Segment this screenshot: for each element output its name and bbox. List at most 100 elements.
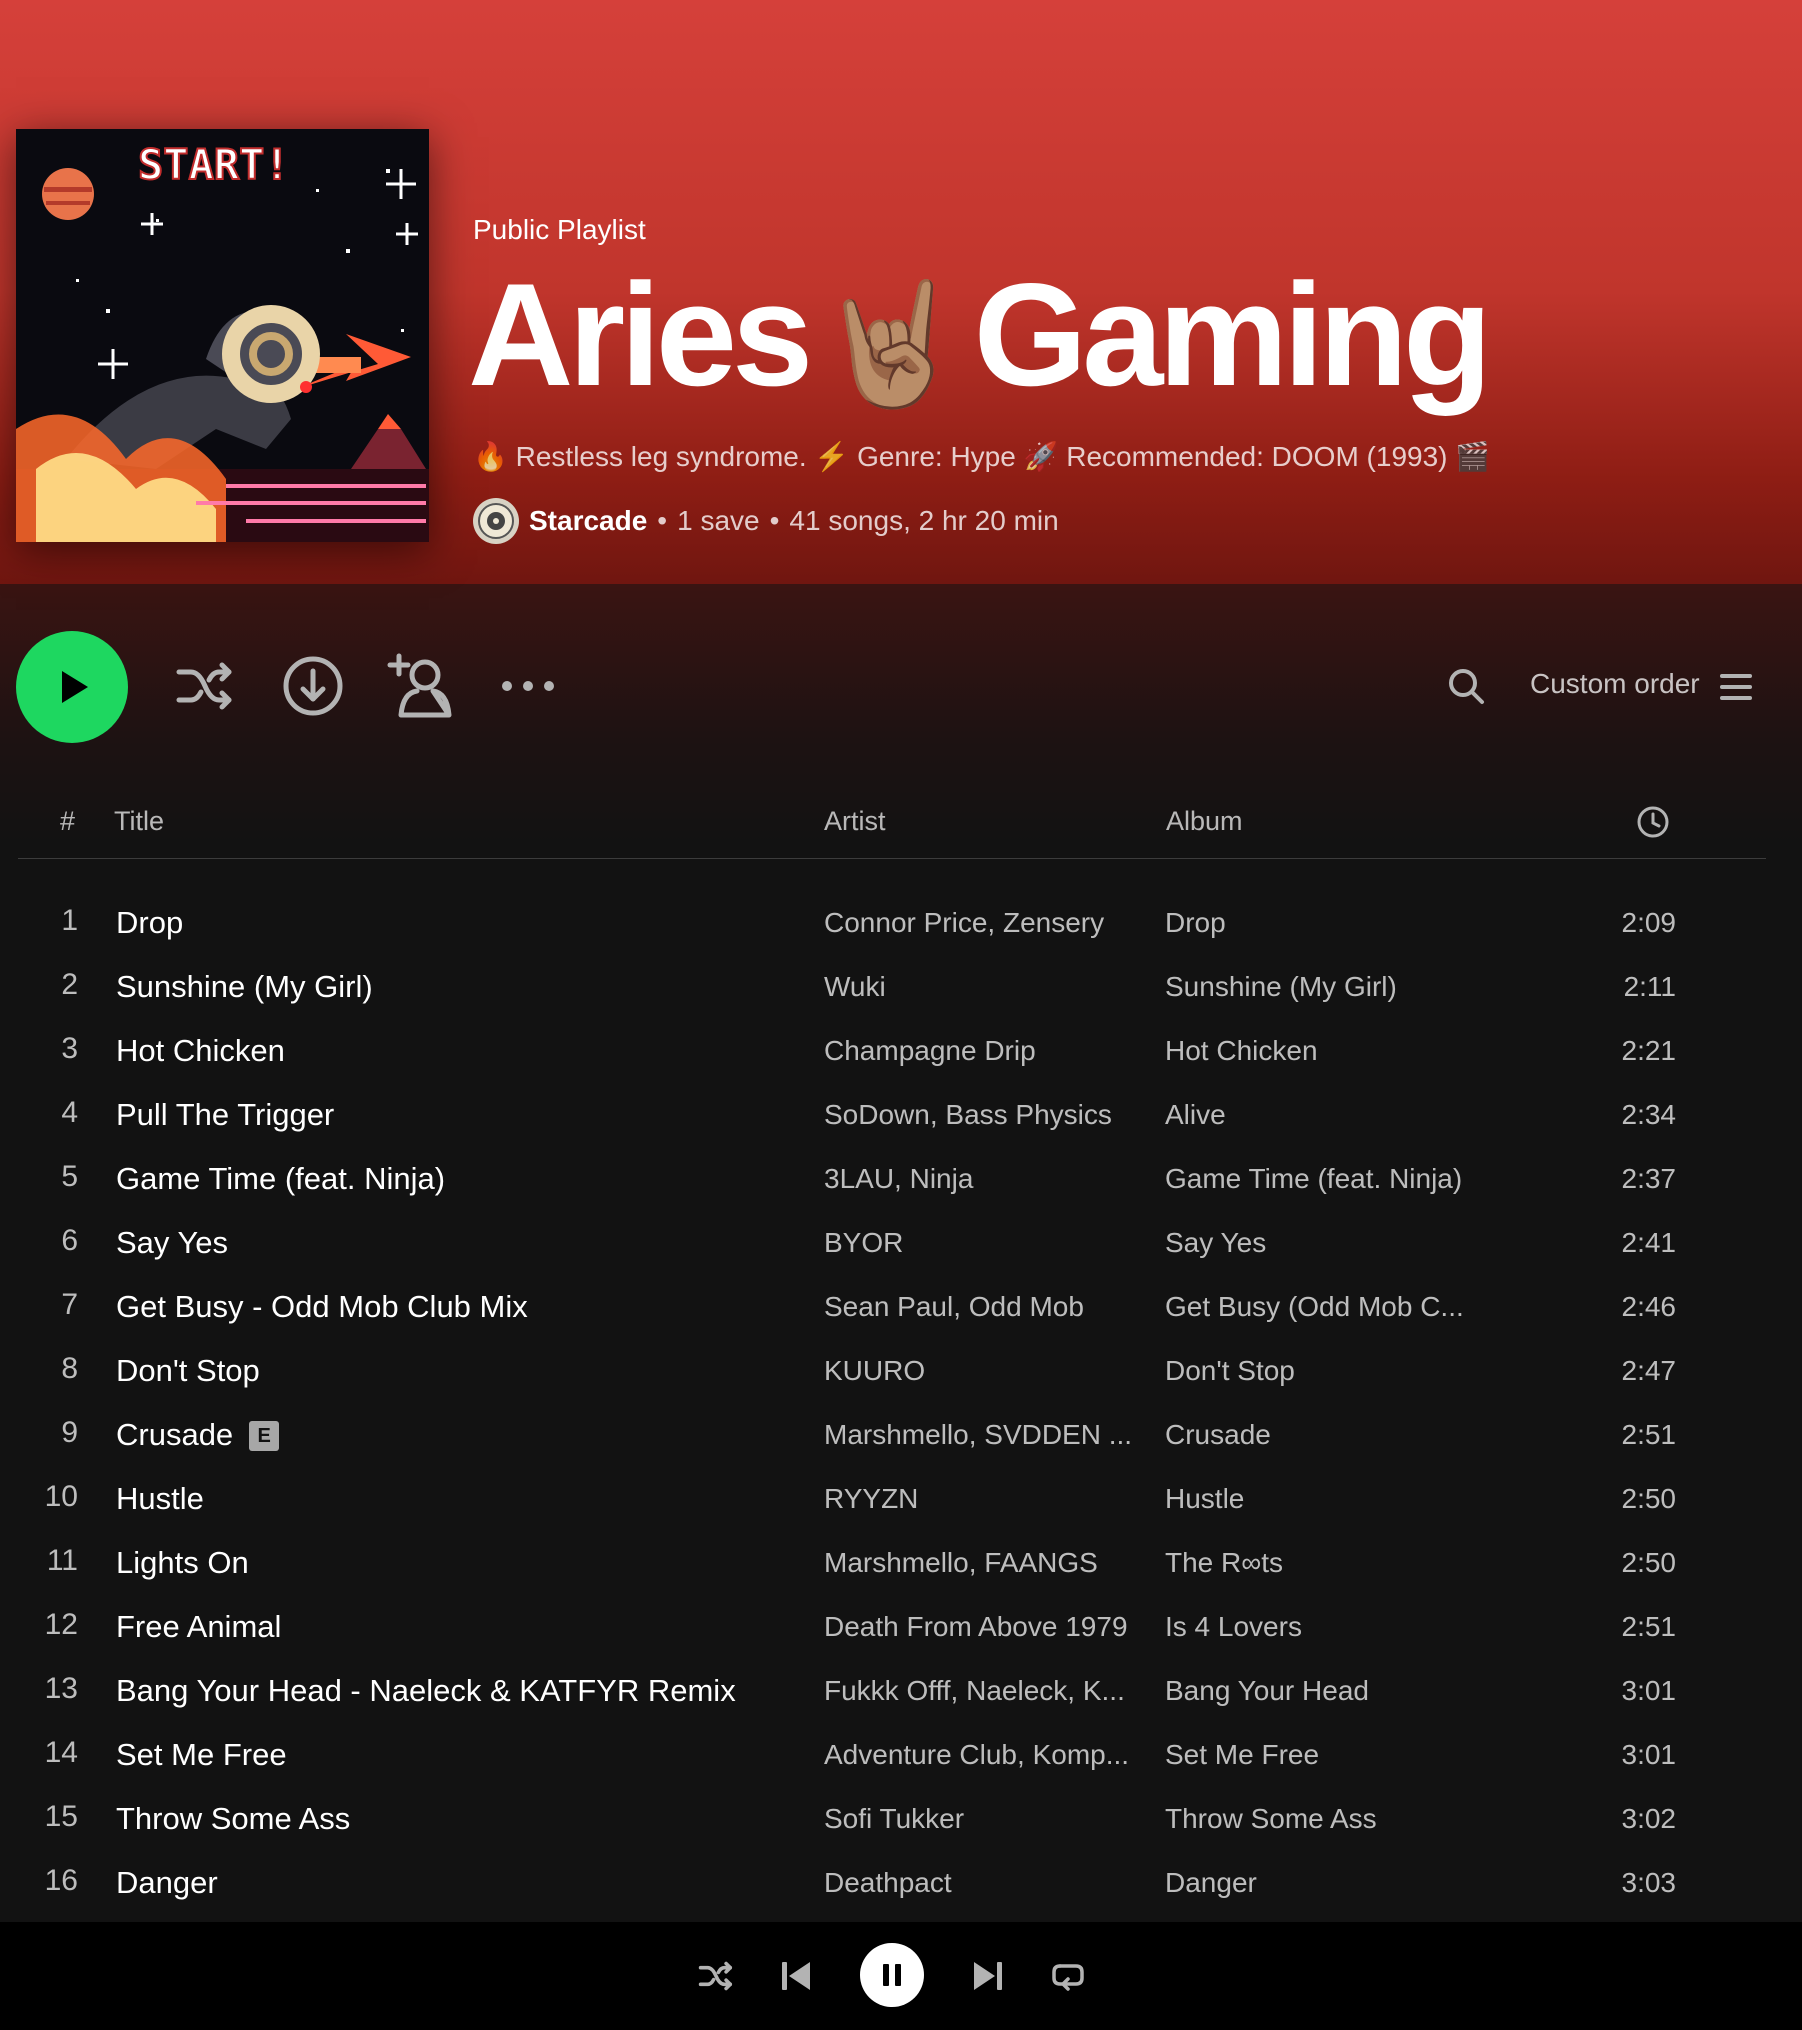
playlist-title[interactable]: Aries🤘🏽Gaming bbox=[468, 262, 1492, 411]
track-artist[interactable]: Adventure Club, Komp... bbox=[824, 1739, 1129, 1771]
rock-hand-emoji: 🤘🏽 bbox=[816, 277, 966, 411]
meta-separator: • bbox=[657, 505, 668, 536]
track-number: 4 bbox=[61, 1096, 78, 1129]
column-artist[interactable]: Artist bbox=[824, 806, 886, 837]
track-artist[interactable]: Fukkk Offf, Naeleck, K... bbox=[824, 1675, 1125, 1707]
invite-collaborator-button[interactable] bbox=[385, 651, 455, 721]
track-artist[interactable]: Deathpact bbox=[824, 1867, 952, 1899]
table-row[interactable]: 3 Hot Chicken Champagne Drip Hot Chicken… bbox=[0, 1020, 1802, 1084]
track-title[interactable]: Sunshine (My Girl) bbox=[116, 969, 373, 1005]
table-row[interactable]: 10 Hustle RYYZN Hustle 2:50 bbox=[0, 1468, 1802, 1532]
track-number: 2 bbox=[61, 968, 78, 1001]
cover-artwork: START! bbox=[16, 129, 429, 542]
table-row[interactable]: 5 Game Time (feat. Ninja) 3LAU, Ninja Ga… bbox=[0, 1148, 1802, 1212]
track-title[interactable]: Game Time (feat. Ninja) bbox=[116, 1161, 445, 1197]
track-album[interactable]: Drop bbox=[1165, 907, 1226, 939]
track-album[interactable]: Hustle bbox=[1165, 1483, 1244, 1515]
pause-button[interactable] bbox=[860, 1943, 924, 2007]
owner-avatar[interactable] bbox=[473, 498, 519, 544]
track-album[interactable]: Is 4 Lovers bbox=[1165, 1611, 1302, 1643]
table-row[interactable]: 12 Free Animal Death From Above 1979 Is … bbox=[0, 1596, 1802, 1660]
track-album[interactable]: Bang Your Head bbox=[1165, 1675, 1369, 1707]
download-button[interactable] bbox=[278, 651, 348, 721]
table-row[interactable]: 13 Bang Your Head - Naeleck & KATFYR Rem… bbox=[0, 1660, 1802, 1724]
table-row[interactable]: 2 Sunshine (My Girl) Wuki Sunshine (My G… bbox=[0, 956, 1802, 1020]
track-artist[interactable]: SoDown, Bass Physics bbox=[824, 1099, 1112, 1131]
track-title[interactable]: Bang Your Head - Naeleck & KATFYR Remix bbox=[116, 1673, 736, 1709]
table-row[interactable]: 9 Crusade E Marshmello, SVDDEN ... Crusad… bbox=[0, 1404, 1802, 1468]
repeat-button[interactable] bbox=[1046, 1954, 1090, 1998]
track-album[interactable]: Sunshine (My Girl) bbox=[1165, 971, 1397, 1003]
track-title[interactable]: Danger bbox=[116, 1865, 218, 1901]
explicit-badge: E bbox=[249, 1421, 280, 1451]
avatar-icon bbox=[478, 503, 514, 539]
track-artist[interactable]: Sean Paul, Odd Mob bbox=[824, 1291, 1084, 1323]
sort-order-button[interactable]: Custom order bbox=[1530, 668, 1700, 700]
player-shuffle-button[interactable] bbox=[694, 1954, 738, 1998]
track-artist[interactable]: Sofi Tukker bbox=[824, 1803, 964, 1835]
track-duration: 2:51 bbox=[1621, 1611, 1677, 1642]
search-in-playlist-button[interactable] bbox=[1444, 664, 1488, 708]
table-row[interactable]: 14 Set Me Free Adventure Club, Komp... S… bbox=[0, 1724, 1802, 1788]
track-duration: 2:09 bbox=[1621, 907, 1677, 938]
track-duration: 2:41 bbox=[1621, 1227, 1677, 1258]
previous-button[interactable] bbox=[774, 1954, 818, 1998]
column-duration[interactable] bbox=[1636, 805, 1670, 846]
track-title[interactable]: Pull The Trigger bbox=[116, 1097, 334, 1133]
track-artist[interactable]: Wuki bbox=[824, 971, 886, 1003]
track-title[interactable]: Set Me Free bbox=[116, 1737, 287, 1773]
track-album[interactable]: Set Me Free bbox=[1165, 1739, 1319, 1771]
next-button[interactable] bbox=[966, 1954, 1010, 1998]
track-artist[interactable]: Marshmello, FAANGS bbox=[824, 1547, 1098, 1579]
owner-link[interactable]: Starcade bbox=[529, 505, 647, 537]
table-row[interactable]: 1 Drop Connor Price, Zensery Drop 2:09 bbox=[0, 892, 1802, 956]
playlist-cover[interactable]: START! bbox=[16, 129, 429, 542]
table-row[interactable]: 11 Lights On Marshmello, FAANGS The R∞ts… bbox=[0, 1532, 1802, 1596]
table-row[interactable]: 8 Don't Stop KUURO Don't Stop 2:47 bbox=[0, 1340, 1802, 1404]
table-row[interactable]: 15 Throw Some Ass Sofi Tukker Throw Some… bbox=[0, 1788, 1802, 1852]
track-album[interactable]: Get Busy (Odd Mob C... bbox=[1165, 1291, 1464, 1323]
track-title[interactable]: Get Busy - Odd Mob Club Mix bbox=[116, 1289, 528, 1325]
track-album[interactable]: Hot Chicken bbox=[1165, 1035, 1318, 1067]
track-album[interactable]: Throw Some Ass bbox=[1165, 1803, 1377, 1835]
track-number: 8 bbox=[61, 1352, 78, 1385]
track-album[interactable]: The R∞ts bbox=[1165, 1547, 1283, 1579]
track-title[interactable]: Throw Some Ass bbox=[116, 1801, 350, 1837]
track-artist[interactable]: Death From Above 1979 bbox=[824, 1611, 1128, 1643]
track-title[interactable]: Say Yes bbox=[116, 1225, 228, 1261]
track-title-cell[interactable]: Crusade E bbox=[116, 1417, 280, 1453]
track-duration: 3:02 bbox=[1621, 1803, 1677, 1834]
track-artist[interactable]: Marshmello, SVDDEN ... bbox=[824, 1419, 1132, 1451]
track-title[interactable]: Don't Stop bbox=[116, 1353, 260, 1389]
playlist-description: 🔥 Restless leg syndrome. ⚡ Genre: Hype 🚀… bbox=[473, 441, 1491, 472]
table-row[interactable]: 16 Danger Deathpact Danger 3:03 bbox=[0, 1852, 1802, 1916]
track-album[interactable]: Danger bbox=[1165, 1867, 1257, 1899]
column-album[interactable]: Album bbox=[1166, 806, 1243, 837]
play-button[interactable] bbox=[16, 631, 128, 743]
track-artist[interactable]: KUURO bbox=[824, 1355, 925, 1387]
track-title[interactable]: Free Animal bbox=[116, 1609, 281, 1645]
track-title[interactable]: Lights On bbox=[116, 1545, 249, 1581]
track-album[interactable]: Alive bbox=[1165, 1099, 1226, 1131]
title-part2: Gaming bbox=[973, 253, 1493, 416]
track-album[interactable]: Crusade bbox=[1165, 1419, 1271, 1451]
track-title[interactable]: Hot Chicken bbox=[116, 1033, 285, 1069]
track-album[interactable]: Don't Stop bbox=[1165, 1355, 1295, 1387]
track-album[interactable]: Say Yes bbox=[1165, 1227, 1266, 1259]
shuffle-button[interactable] bbox=[170, 651, 240, 721]
table-row[interactable]: 6 Say Yes BYOR Say Yes 2:41 bbox=[0, 1212, 1802, 1276]
track-album[interactable]: Game Time (feat. Ninja) bbox=[1165, 1163, 1462, 1195]
track-artist[interactable]: RYYZN bbox=[824, 1483, 918, 1515]
track-artist[interactable]: Champagne Drip bbox=[824, 1035, 1036, 1067]
view-mode-button[interactable] bbox=[1718, 670, 1754, 704]
track-artist[interactable]: Connor Price, Zensery bbox=[824, 907, 1104, 939]
track-artist[interactable]: 3LAU, Ninja bbox=[824, 1163, 973, 1195]
track-title[interactable]: Drop bbox=[116, 905, 183, 941]
track-duration: 2:47 bbox=[1621, 1355, 1677, 1386]
more-options-button[interactable] bbox=[495, 651, 561, 721]
table-row[interactable]: 4 Pull The Trigger SoDown, Bass Physics … bbox=[0, 1084, 1802, 1148]
track-title[interactable]: Hustle bbox=[116, 1481, 204, 1517]
table-row[interactable]: 7 Get Busy - Odd Mob Club Mix Sean Paul,… bbox=[0, 1276, 1802, 1340]
track-artist[interactable]: BYOR bbox=[824, 1227, 903, 1259]
column-title[interactable]: Title bbox=[114, 806, 164, 837]
